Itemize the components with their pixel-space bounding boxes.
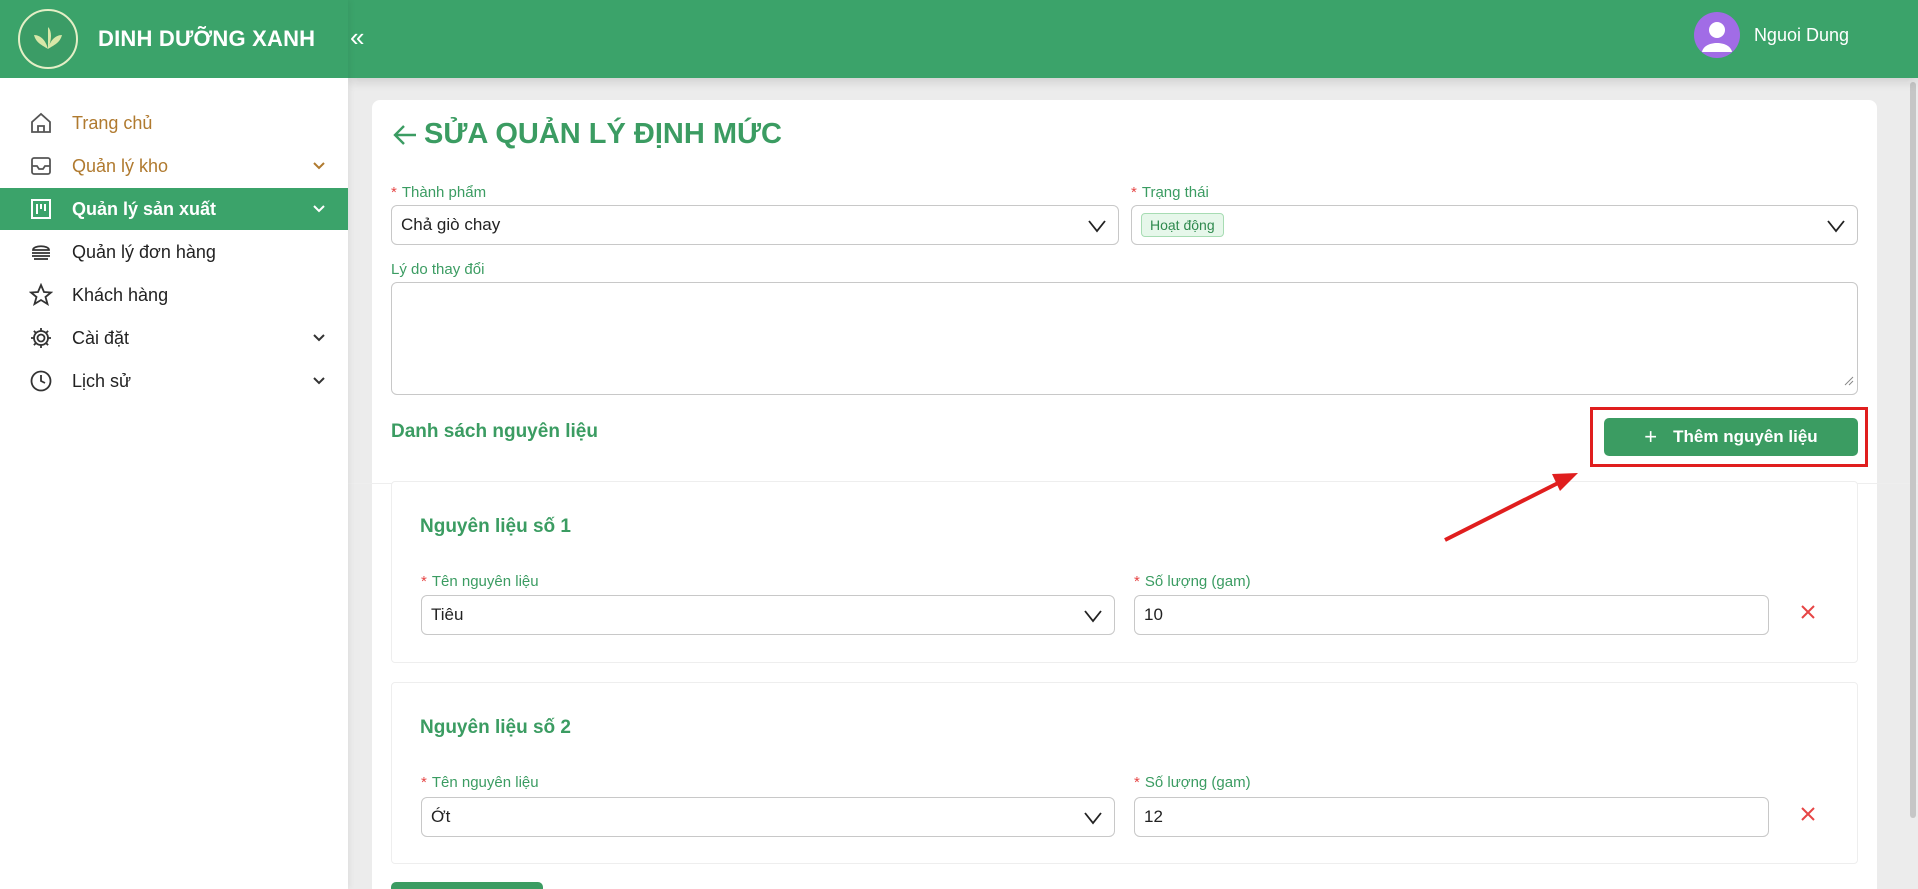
reason-textarea[interactable] (391, 282, 1858, 395)
ingredient-name-select[interactable]: Tiêu (421, 595, 1115, 635)
brand-name: DINH DƯỠNG XANH (98, 26, 316, 51)
avatar (1693, 12, 1740, 58)
ingredient-title: Nguyên liệu số 2 (420, 717, 571, 738)
user-menu[interactable]: Nguoi Dung (1693, 12, 1849, 58)
username: Nguoi Dung (1753, 24, 1849, 45)
scrollbar[interactable] (1910, 82, 1916, 818)
sidebar-item-label: Quản lý đơn hàng (72, 241, 216, 262)
sidebar-item-home[interactable]: Trang chủ (0, 102, 348, 144)
ingredient-name-value: Ớt (431, 807, 451, 826)
remove-ingredient-icon[interactable] (1797, 803, 1819, 825)
sidebar: DINH DƯỠNG XANH Trang chủ Quản lý kho Qu… (0, 0, 348, 889)
chevron-down-icon (312, 329, 326, 350)
required-marker: * (421, 573, 427, 590)
chevron-down-icon (1827, 218, 1845, 238)
required-marker: * (1134, 774, 1140, 791)
status-badge: Hoạt động (1141, 213, 1224, 237)
back-arrow-icon[interactable] (390, 120, 420, 150)
ingredient-card (391, 481, 1858, 663)
reason-label: Lý do thay đổi (391, 261, 485, 278)
collapse-sidebar-button[interactable]: « (350, 22, 364, 52)
sidebar-item-label: Khách hàng (72, 284, 169, 305)
sidebar-item-label: Quản lý sản xuất (72, 198, 217, 219)
resize-grip-icon[interactable] (1844, 373, 1854, 391)
sidebar-item-orders[interactable]: Quản lý đơn hàng (0, 231, 348, 273)
required-marker: * (391, 184, 397, 201)
chevron-down-icon (1084, 810, 1102, 830)
ingredient-name-label: * Tên nguyên liệu (421, 774, 539, 791)
clock-icon (28, 368, 54, 394)
ingredient-qty-label: * Số lượng (gam) (1134, 774, 1251, 791)
page-title: SỬA QUẢN LÝ ĐỊNH MỨC (424, 118, 782, 150)
ingredient-qty-input[interactable]: 10 (1134, 595, 1769, 635)
ingredient-name-value: Tiêu (431, 605, 464, 624)
required-marker: * (1131, 184, 1137, 201)
product-label: * Thành phẩm (391, 184, 487, 201)
chevron-down-icon (1084, 608, 1102, 628)
sidebar-item-history[interactable]: Lịch sử (0, 360, 348, 402)
home-icon (28, 110, 54, 136)
product-select-value: Chả giò chay (401, 215, 501, 234)
ingredient-name-label: * Tên nguyên liệu (421, 573, 539, 590)
top-header: Nguoi Dung (348, 0, 1918, 78)
sidebar-item-production[interactable]: Quản lý sản xuất (0, 188, 348, 230)
ingredient-qty-label: * Số lượng (gam) (1134, 573, 1251, 590)
required-marker: * (421, 774, 427, 791)
ingredient-qty-input[interactable]: 12 (1134, 797, 1769, 837)
gear-icon (28, 325, 54, 351)
inbox-icon (28, 153, 54, 179)
sidebar-item-label: Quản lý kho (72, 155, 169, 176)
chevron-down-icon (312, 157, 326, 178)
sidebar-item-label: Cài đặt (72, 327, 130, 348)
sidebar-nav: Trang chủ Quản lý kho Quản lý sản xuất Q… (0, 102, 348, 402)
logo-icon (18, 9, 78, 69)
ingredients-section-title: Danh sách nguyên liệu (391, 421, 598, 442)
page-title-row: SỬA QUẢN LÝ ĐỊNH MỨC (390, 118, 782, 151)
sidebar-item-label: Trang chủ (72, 112, 153, 133)
annotation-highlight-box (1590, 407, 1868, 467)
product-select[interactable]: Chả giò chay (391, 205, 1119, 245)
chevron-down-icon (1088, 218, 1106, 238)
board-icon (28, 196, 54, 222)
order-icon (28, 239, 54, 265)
ingredient-qty-value: 12 (1144, 807, 1163, 826)
sidebar-item-settings[interactable]: Cài đặt (0, 317, 348, 359)
ingredient-title: Nguyên liệu số 1 (420, 516, 571, 537)
status-select[interactable]: Hoạt động (1131, 205, 1858, 245)
sidebar-item-label: Lịch sử (72, 370, 132, 391)
ingredient-qty-value: 10 (1144, 605, 1163, 624)
chevron-down-icon (312, 372, 326, 393)
required-marker: * (1134, 573, 1140, 590)
submit-button[interactable] (391, 882, 543, 889)
sidebar-item-warehouse[interactable]: Quản lý kho (0, 145, 348, 187)
sidebar-item-customers[interactable]: Khách hàng (0, 274, 348, 316)
ingredient-name-select[interactable]: Ớt (421, 797, 1115, 837)
remove-ingredient-icon[interactable] (1797, 601, 1819, 623)
star-icon (28, 282, 54, 308)
status-label: * Trạng thái (1131, 184, 1209, 201)
brand-bar: DINH DƯỠNG XANH (0, 0, 348, 78)
chevron-down-icon (312, 200, 326, 221)
